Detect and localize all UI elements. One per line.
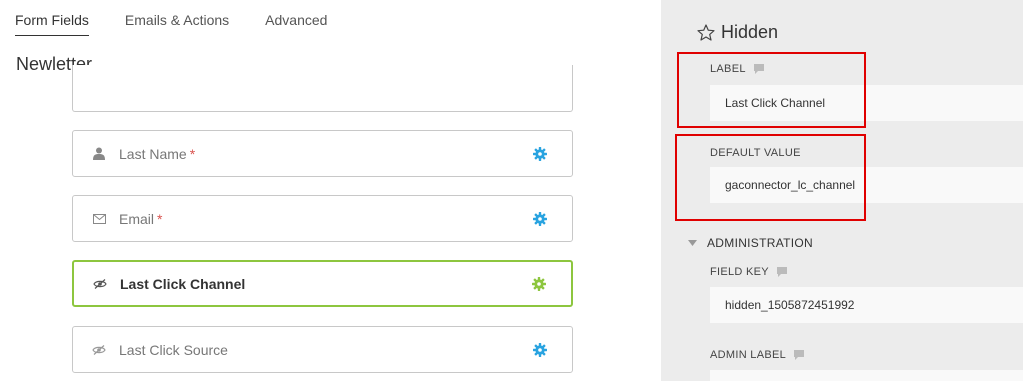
envelope-icon (91, 213, 107, 224)
highlight-box-default-value (675, 134, 866, 221)
field-key-heading-text: FIELD KEY (710, 266, 769, 278)
highlight-box-label (677, 52, 866, 128)
tab-form-fields[interactable]: Form Fields (15, 0, 89, 36)
field-label: Email (119, 210, 155, 227)
field-last-click-channel[interactable]: Last Click Channel (72, 260, 573, 307)
required-marker: * (189, 145, 196, 162)
field-label: Last Click Channel (120, 275, 246, 292)
admin-label-input[interactable] (710, 370, 1023, 381)
required-marker: * (157, 210, 163, 227)
field-last-name[interactable]: Last Name * (72, 130, 573, 177)
field-key-heading: FIELD KEY (710, 266, 787, 278)
eye-slash-icon (91, 344, 107, 355)
panel-title-text: Hidden (721, 22, 779, 42)
gear-icon[interactable] (531, 276, 547, 292)
field-label: Last Name (119, 145, 187, 162)
comment-icon[interactable] (776, 267, 787, 277)
tab-emails-actions[interactable]: Emails & Actions (125, 0, 229, 36)
admin-label-heading: ADMIN LABEL (710, 349, 805, 361)
gear-icon[interactable] (532, 146, 548, 162)
field-key-input[interactable]: hidden_1505872451992 (710, 287, 1023, 323)
panel-title: Hidden (697, 22, 778, 43)
form-builder-area: Form Fields Emails & Actions Advanced Ne… (0, 0, 661, 381)
administration-section-toggle[interactable]: ADMINISTRATION (688, 236, 813, 250)
gear-icon[interactable] (532, 342, 548, 358)
field-email[interactable]: Email * (72, 195, 573, 242)
gear-icon[interactable] (532, 211, 548, 227)
field-label: Last Click Source (119, 341, 228, 358)
eye-slash-icon (92, 278, 108, 289)
builder-tabs: Form Fields Emails & Actions Advanced (15, 0, 363, 40)
administration-heading: ADMINISTRATION (707, 236, 813, 250)
field-last-click-source[interactable]: Last Click Source (72, 326, 573, 373)
comment-icon[interactable] (794, 350, 805, 360)
triangle-down-icon (688, 240, 697, 246)
field-partial-top[interactable] (72, 65, 573, 112)
star-icon (697, 24, 715, 41)
tab-advanced[interactable]: Advanced (265, 0, 327, 36)
admin-label-heading-text: ADMIN LABEL (710, 349, 787, 361)
user-icon (91, 147, 107, 160)
